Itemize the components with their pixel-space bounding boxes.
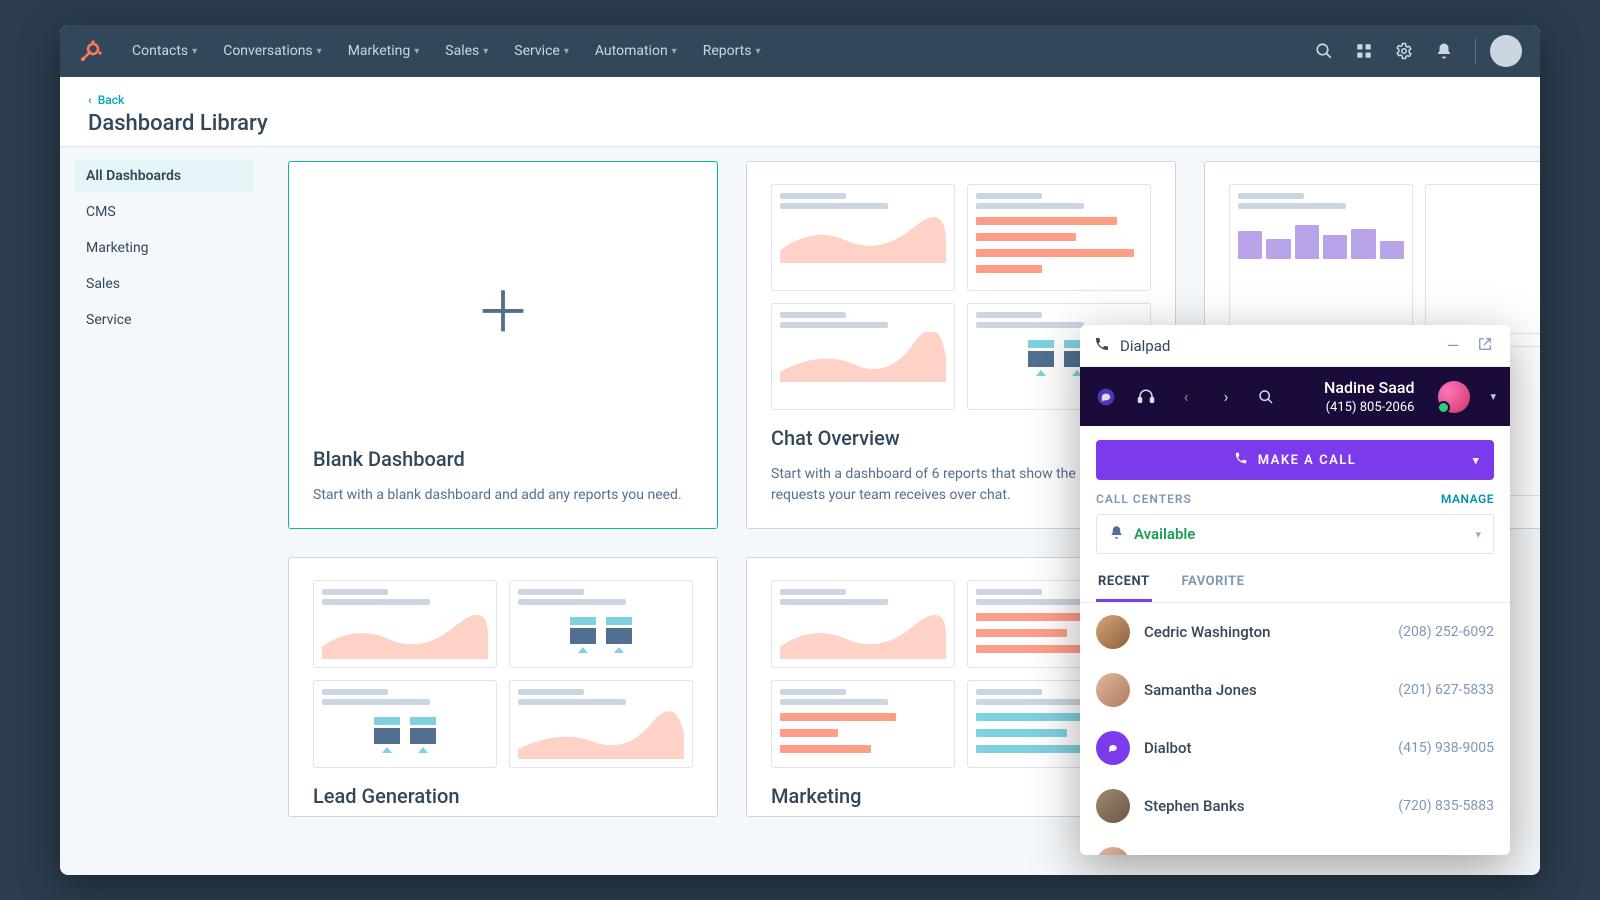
sidebar-item-marketing[interactable]: Marketing <box>74 231 254 265</box>
card-thumbnails <box>313 580 693 768</box>
nav-sales[interactable]: Sales ▾ <box>435 43 498 59</box>
page-title: Dashboard Library <box>88 111 1512 136</box>
contact-row[interactable]: Samantha Jones (201) 627-5833 <box>1080 661 1510 719</box>
card-title: Blank Dashboard <box>313 447 693 471</box>
contact-row[interactable]: Cedric Washington (208) 252-6092 <box>1080 603 1510 661</box>
plus-icon: ＋ <box>475 285 531 341</box>
nav-label: Contacts <box>132 43 188 59</box>
nav-marketing[interactable]: Marketing▾ <box>338 43 430 59</box>
make-call-button[interactable]: MAKE A CALL ▾ <box>1096 440 1494 480</box>
chevron-down-icon: ▾ <box>192 46 197 57</box>
nav-service[interactable]: Service ▾ <box>504 43 579 59</box>
divider <box>1475 38 1476 64</box>
contact-name: Samantha Jones <box>1144 681 1384 699</box>
phone-icon <box>1094 336 1110 356</box>
chevron-down-icon: ▾ <box>317 46 322 57</box>
nav-label: Reports <box>703 43 752 59</box>
call-centers-row: CALL CENTERS MANAGE <box>1080 488 1510 510</box>
bell-icon[interactable] <box>1427 34 1461 68</box>
contact-name: Cedric Washington <box>1144 623 1384 641</box>
card-desc: Start with a blank dashboard and add any… <box>313 485 693 506</box>
chevron-left-icon: ‹ <box>88 93 92 107</box>
status-label: Available <box>1134 525 1195 543</box>
top-nav: Contacts▾ Conversations▾ Marketing▾ Sale… <box>60 25 1540 77</box>
nav-contacts[interactable]: Contacts ▾ <box>122 43 207 59</box>
contact-phone: (208) 252-6092 <box>1398 624 1494 640</box>
dialpad-action-area: MAKE A CALL ▾ <box>1080 426 1510 488</box>
tab-favorite[interactable]: FAVORITE <box>1180 564 1247 602</box>
card-title: Lead Generation <box>313 784 693 808</box>
avatar <box>1096 789 1130 823</box>
dialpad-user: Nadine Saad (415) 805-2066 <box>1324 377 1414 416</box>
nav-reports[interactable]: Reports ▾ <box>693 43 771 59</box>
nav-label: Sales <box>445 43 479 59</box>
contact-row[interactable]: Stephen Banks (720) 835-5883 <box>1080 777 1510 835</box>
avatar[interactable] <box>1438 381 1470 413</box>
tab-recent[interactable]: RECENT <box>1096 564 1152 602</box>
minimize-icon[interactable]: — <box>1442 336 1464 355</box>
nav-conversations[interactable]: Conversations ▾ <box>213 43 332 59</box>
nav-label: Service <box>514 43 560 59</box>
sidebar-item-cms[interactable]: CMS <box>74 195 254 229</box>
nav-automation[interactable]: Automation ▾ <box>585 43 687 59</box>
popout-icon[interactable] <box>1474 336 1496 355</box>
card-lead-generation[interactable]: Lead Generation <box>288 557 718 817</box>
avatar <box>1096 673 1130 707</box>
contact-row[interactable]: Dialbot (415) 938-9005 <box>1080 719 1510 777</box>
sidebar: All Dashboards CMS Marketing Sales Servi… <box>60 147 260 875</box>
search-icon[interactable] <box>1307 34 1341 68</box>
contact-phone: (415) 938-9005 <box>1398 740 1494 756</box>
dialpad-logo-icon[interactable] <box>1094 385 1118 409</box>
nav-label: Marketing <box>348 43 411 59</box>
chevron-down-icon: ▾ <box>756 46 761 57</box>
chevron-down-icon: ▾ <box>1473 454 1480 467</box>
marketplace-icon[interactable] <box>1347 34 1381 68</box>
dialpad-widget: Dialpad — ‹ › Nadine Saad (415) 805-2066… <box>1080 325 1510 855</box>
user-name: Nadine Saad <box>1324 377 1414 399</box>
contact-row[interactable]: Samantha Jones (201) 627-5833 <box>1080 835 1510 855</box>
user-phone: (415) 805-2066 <box>1324 399 1414 417</box>
chevron-down-icon: ▾ <box>564 46 569 57</box>
chevron-down-icon: ▾ <box>672 46 677 57</box>
headset-icon[interactable] <box>1134 385 1158 409</box>
chevron-down-icon: ▾ <box>483 46 488 57</box>
nav-label: Automation <box>595 43 668 59</box>
contact-name: Stephen Banks <box>1144 797 1384 815</box>
call-centers-label: CALL CENTERS <box>1096 492 1192 506</box>
sidebar-item-all[interactable]: All Dashboards <box>74 159 254 193</box>
contact-name: Dialbot <box>1144 739 1384 757</box>
phone-icon <box>1234 451 1248 469</box>
make-call-label: MAKE A CALL <box>1258 453 1357 468</box>
bell-icon <box>1109 525 1124 544</box>
dialpad-titlebar[interactable]: Dialpad — <box>1080 325 1510 367</box>
app-frame: Contacts▾ Conversations▾ Marketing▾ Sale… <box>60 25 1540 875</box>
back-label: Back <box>98 93 125 107</box>
status-select[interactable]: Available ▾ <box>1096 514 1494 554</box>
avatar[interactable] <box>1490 35 1522 67</box>
dialpad-tabs: RECENT FAVORITE <box>1080 564 1510 603</box>
bot-avatar-icon <box>1096 731 1130 765</box>
search-icon[interactable] <box>1254 385 1278 409</box>
back-link[interactable]: ‹ Back <box>88 93 1512 107</box>
hubspot-logo-icon[interactable] <box>78 38 104 64</box>
avatar <box>1096 847 1130 855</box>
sidebar-item-sales[interactable]: Sales <box>74 267 254 301</box>
chevron-down-icon[interactable]: ▾ <box>1490 390 1496 403</box>
avatar <box>1096 615 1130 649</box>
chevron-right-icon[interactable]: › <box>1214 385 1238 409</box>
chevron-down-icon: ▾ <box>414 46 419 57</box>
contact-phone: (720) 835-5883 <box>1398 798 1494 814</box>
dialpad-title-label: Dialpad <box>1120 337 1170 355</box>
gear-icon[interactable] <box>1387 34 1421 68</box>
chevron-left-icon[interactable]: ‹ <box>1174 385 1198 409</box>
nav-label: Conversations <box>223 43 312 59</box>
contact-phone: (201) 627-5833 <box>1398 682 1494 698</box>
sidebar-item-service[interactable]: Service <box>74 303 254 337</box>
manage-link[interactable]: MANAGE <box>1441 492 1494 506</box>
contact-list: Cedric Washington (208) 252-6092 Samanth… <box>1080 603 1510 855</box>
chevron-down-icon: ▾ <box>1475 528 1481 541</box>
page-header: ‹ Back Dashboard Library <box>60 77 1540 147</box>
dialpad-header: ‹ › Nadine Saad (415) 805-2066 ▾ <box>1080 367 1510 426</box>
card-blank-dashboard[interactable]: ＋ Blank Dashboard Start with a blank das… <box>288 161 718 529</box>
